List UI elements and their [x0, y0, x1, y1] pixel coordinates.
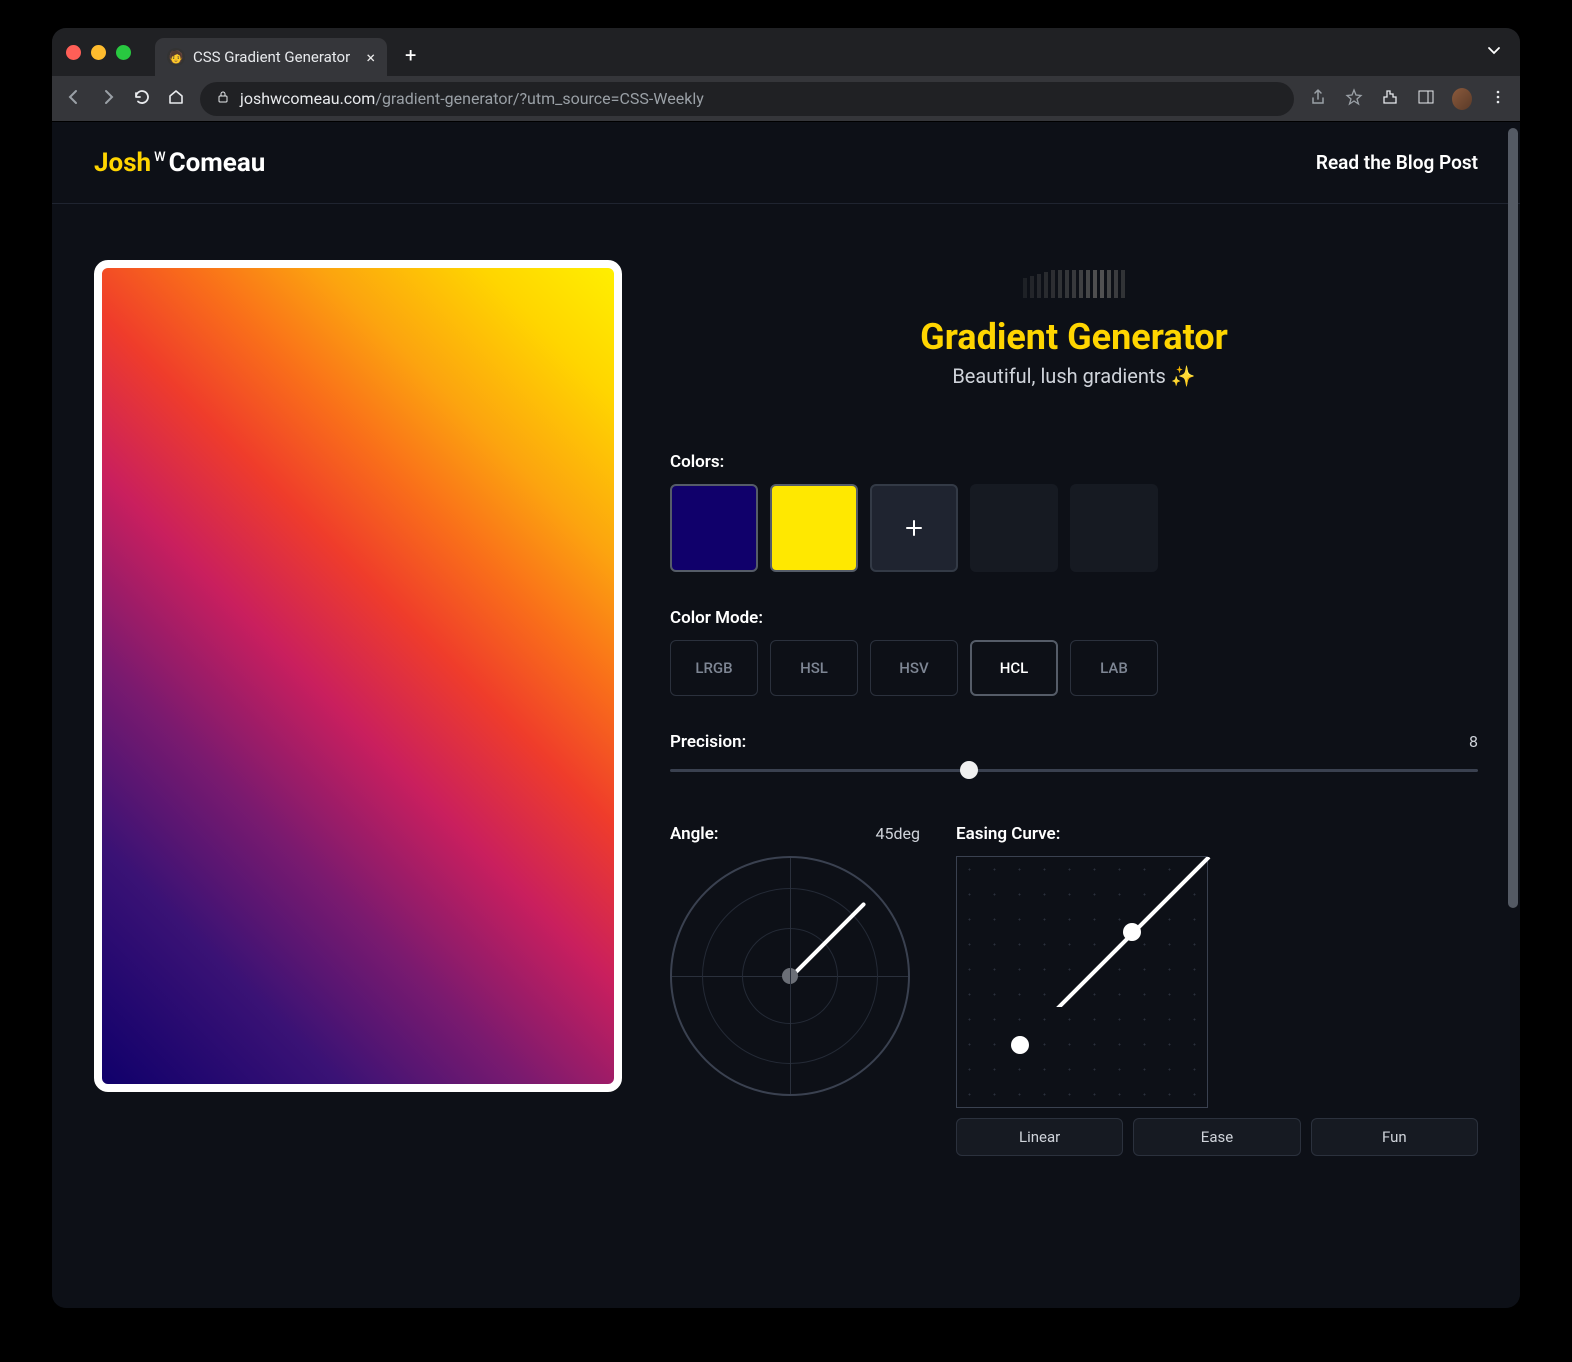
- browser-tab[interactable]: 🧑 CSS Gradient Generator ×: [155, 38, 387, 76]
- color-swatches: [670, 484, 1478, 572]
- color-swatch-1[interactable]: [670, 484, 758, 572]
- angle-label-text: Angle:: [670, 824, 719, 844]
- gradient-preview: [94, 260, 622, 1092]
- easing-presets: Linear Ease Fun: [956, 1118, 1478, 1156]
- minimize-window-button[interactable]: [91, 45, 106, 60]
- easing-curve-line: [957, 857, 1257, 1007]
- controls-column: Gradient Generator Beautiful, lush gradi…: [670, 260, 1478, 1268]
- tab-overflow-icon[interactable]: [1486, 42, 1502, 62]
- page-subtitle: Beautiful, lush gradients ✨: [670, 364, 1478, 388]
- page-title: Gradient Generator: [670, 316, 1478, 358]
- address-bar: joshwcomeau.com/gradient-generator/?utm_…: [52, 76, 1520, 122]
- site-logo[interactable]: Josh W Comeau: [94, 148, 265, 178]
- new-tab-button[interactable]: +: [405, 43, 416, 67]
- maximize-window-button[interactable]: [116, 45, 131, 60]
- main-content: Gradient Generator Beautiful, lush gradi…: [52, 204, 1520, 1308]
- angle-label: Angle: 45deg: [670, 824, 920, 844]
- easing-label: Easing Curve:: [956, 824, 1478, 844]
- color-slot-empty: [1070, 484, 1158, 572]
- logo-w: W: [154, 150, 165, 165]
- mode-lrgb[interactable]: LRGB: [670, 640, 758, 696]
- slider-track: [670, 769, 1478, 772]
- color-mode-label: Color Mode:: [670, 608, 1478, 628]
- extensions-icon[interactable]: [1380, 88, 1400, 110]
- close-window-button[interactable]: [66, 45, 81, 60]
- reload-button[interactable]: [132, 88, 152, 110]
- page-scrollbar[interactable]: [1506, 122, 1520, 1308]
- url-text: joshwcomeau.com/gradient-generator/?utm_…: [240, 89, 704, 108]
- tab-title: CSS Gradient Generator: [193, 48, 350, 66]
- url-input[interactable]: joshwcomeau.com/gradient-generator/?utm_…: [200, 82, 1294, 116]
- add-color-button[interactable]: [870, 484, 958, 572]
- window-controls: [66, 45, 131, 60]
- scrollbar-thumb[interactable]: [1508, 128, 1518, 908]
- tab-strip: 🧑 CSS Gradient Generator × +: [52, 28, 1520, 76]
- slider-thumb[interactable]: [960, 761, 978, 779]
- back-button[interactable]: [64, 88, 84, 110]
- beta-decoration: [670, 270, 1478, 298]
- easing-handle-1[interactable]: [1011, 1036, 1029, 1054]
- precision-value: 8: [1469, 732, 1478, 751]
- menu-icon[interactable]: [1488, 89, 1508, 109]
- precision-label: Precision: 8: [670, 732, 1478, 752]
- mode-hcl[interactable]: HCL: [970, 640, 1058, 696]
- preset-linear[interactable]: Linear: [956, 1118, 1123, 1156]
- share-icon[interactable]: [1308, 88, 1328, 110]
- mode-hsv[interactable]: HSV: [870, 640, 958, 696]
- bookmark-icon[interactable]: [1344, 88, 1364, 110]
- easing-curve-editor[interactable]: [956, 856, 1208, 1108]
- site-header: Josh W Comeau Read the Blog Post: [52, 122, 1520, 204]
- precision-slider[interactable]: [670, 764, 1478, 776]
- color-mode-group: LRGB HSL HSV HCL LAB: [670, 640, 1478, 696]
- mode-hsl[interactable]: HSL: [770, 640, 858, 696]
- favicon-icon: 🧑: [167, 48, 185, 66]
- mode-lab[interactable]: LAB: [1070, 640, 1158, 696]
- blog-post-link[interactable]: Read the Blog Post: [1316, 151, 1478, 174]
- beta-bars-icon: [1023, 270, 1125, 298]
- close-tab-icon[interactable]: ×: [366, 48, 375, 67]
- color-swatch-2[interactable]: [770, 484, 858, 572]
- color-slot-empty: [970, 484, 1058, 572]
- easing-handle-2[interactable]: [1123, 923, 1141, 941]
- lock-icon: [216, 89, 230, 108]
- angle-center-dot: [782, 968, 798, 984]
- forward-button[interactable]: [98, 88, 118, 110]
- profile-avatar[interactable]: [1452, 88, 1472, 110]
- precision-label-text: Precision:: [670, 732, 746, 752]
- home-button[interactable]: [166, 88, 186, 110]
- angle-dial[interactable]: [670, 856, 910, 1096]
- colors-label: Colors:: [670, 452, 1478, 472]
- sidepanel-icon[interactable]: [1416, 88, 1436, 110]
- page-content: Josh W Comeau Read the Blog Post: [52, 122, 1520, 1308]
- browser-window: 🧑 CSS Gradient Generator × + joshwcomeau…: [52, 28, 1520, 1308]
- preset-ease[interactable]: Ease: [1133, 1118, 1300, 1156]
- logo-last: Comeau: [169, 148, 266, 178]
- logo-first: Josh: [94, 148, 151, 178]
- preset-fun[interactable]: Fun: [1311, 1118, 1478, 1156]
- toolbar-right: [1308, 88, 1508, 110]
- angle-value: 45deg: [876, 824, 920, 843]
